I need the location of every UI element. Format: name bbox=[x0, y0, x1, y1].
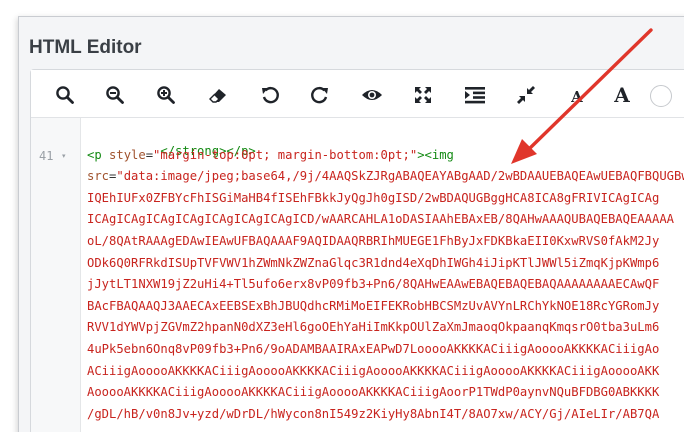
screenshot-stage: HTML Editor A A 41 ▾ </strong></p> <p st… bbox=[0, 0, 684, 432]
code-line-base64: /gDL/hB/v0n8Jv+yzd/wDrDL/hWycon8nI549z2K… bbox=[87, 407, 660, 421]
line-number-gutter: 41 ▾ bbox=[31, 118, 81, 432]
code-line-base64: RVV1dYWVpjZGVmZ2hpanN0dXZ3eHl6goOEhYaHiI… bbox=[87, 320, 660, 334]
collapse-icon[interactable] bbox=[514, 83, 538, 107]
code-line: src="data:image/jpeg;base64,/9j/4AAQSkZJ… bbox=[87, 167, 684, 185]
code-line-base64: ODk6Q0RFRkdISUpTVFVWV1hZWmNkZWZnaGlqc3R1… bbox=[87, 256, 660, 270]
font-increase-icon[interactable]: A bbox=[610, 83, 634, 107]
code-token-string: "margin-top:0pt; margin-bottom:0pt;" bbox=[153, 148, 418, 162]
eraser-icon[interactable] bbox=[206, 83, 230, 107]
code-line-base64: oL/8QAtRAAAgEDAwIEAwUFBAQAAAF9AQIDAAQRBR… bbox=[87, 234, 660, 248]
zoom-out-icon[interactable] bbox=[103, 83, 127, 107]
code-token-eq: = bbox=[145, 148, 154, 162]
search-icon[interactable] bbox=[53, 83, 77, 107]
code-editor[interactable]: A A 41 ▾ </strong></p> <p style="margin-… bbox=[30, 69, 684, 432]
code-line-base64: AooooAKKKKACiiigAooooAKKKKACiiigAooooAKK… bbox=[87, 385, 660, 399]
code-area[interactable]: </strong></p> <p style="margin-top:0pt; … bbox=[87, 118, 684, 432]
undo-icon[interactable] bbox=[258, 83, 282, 107]
html-editor-panel: HTML Editor A A 41 ▾ </strong></p> <p st… bbox=[18, 16, 684, 432]
code-token-attr: style bbox=[109, 148, 146, 162]
code-line-base64: ACiiigAooooAKKKKACiiigAooooAKKKKACiiigAo… bbox=[87, 364, 660, 378]
toggle-switch[interactable] bbox=[650, 85, 672, 107]
code-line: <p style="margin-top:0pt; margin-bottom:… bbox=[87, 146, 454, 164]
eye-icon[interactable] bbox=[360, 83, 384, 107]
fold-marker-icon[interactable]: ▾ bbox=[62, 152, 66, 160]
code-line-base64: BAcFBAQAAQJ3AAECAxEEBSExBhJBUQdhcRMiMoEI… bbox=[87, 299, 660, 313]
code-line-base64: jJytLT1NXW19jZ2uHi4+Tl5ufo6erx8vP09fb3+P… bbox=[87, 277, 660, 291]
code-token-attr: src bbox=[87, 169, 110, 183]
code-line-base64: ICAgICAgICAgICAgICAgICAgICAgICD/wAARCAHL… bbox=[87, 212, 674, 226]
line-number: 41 bbox=[39, 149, 54, 163]
code-token-tag: ><img bbox=[417, 148, 454, 162]
font-decrease-icon[interactable]: A bbox=[565, 85, 589, 109]
code-line-base64: 4uPk5ebn6Onq8vP09fb3+Pn6/9oADAMBAAIRAxEA… bbox=[87, 342, 660, 356]
redo-icon[interactable] bbox=[308, 83, 332, 107]
zoom-in-icon[interactable] bbox=[154, 83, 178, 107]
expand-icon[interactable] bbox=[411, 83, 435, 107]
editor-toolbar: A A bbox=[31, 70, 684, 118]
indent-icon[interactable] bbox=[463, 83, 487, 107]
code-token-string: "data:image/jpeg;base64,/9j/4AAQSkZJRgAB… bbox=[116, 169, 684, 183]
code-token-tag: <p bbox=[87, 148, 110, 162]
code-line-base64: IQEhIUFx0ZFBYcFhISGiMaHB4fISEhFBkkJyQgJh… bbox=[87, 191, 660, 205]
panel-title: HTML Editor bbox=[29, 37, 142, 58]
